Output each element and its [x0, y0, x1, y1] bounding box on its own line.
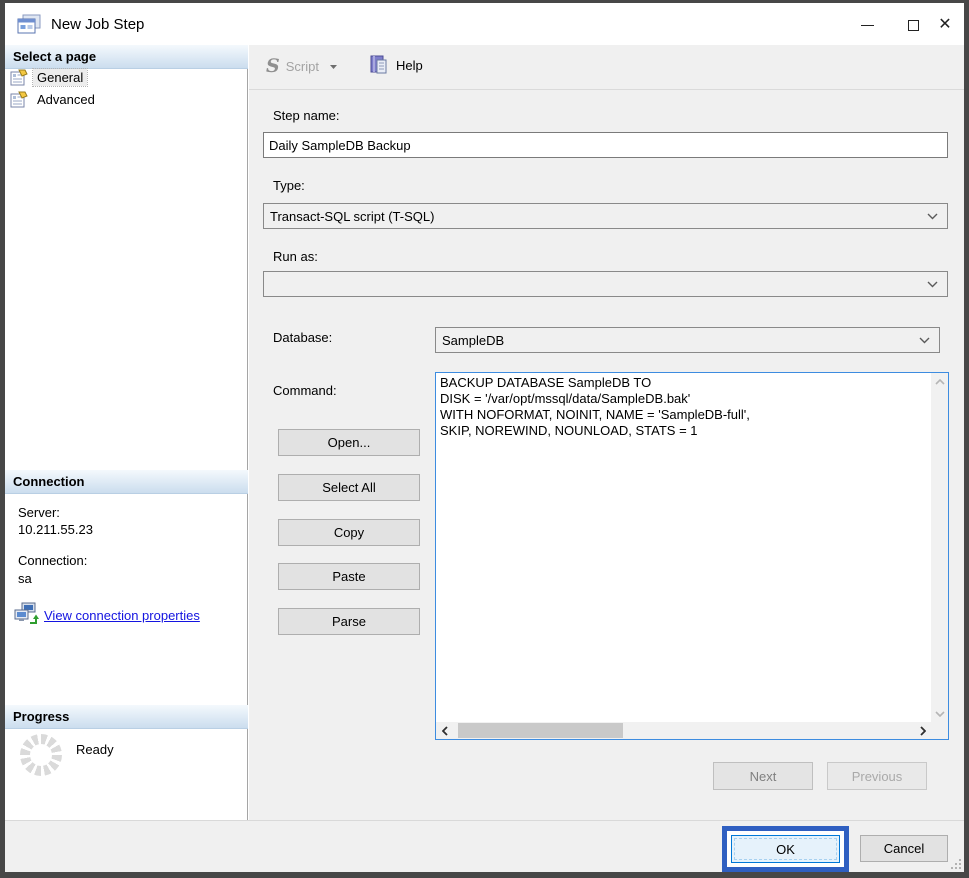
window-border-bottom: [0, 872, 969, 878]
command-text[interactable]: BACKUP DATABASE SampleDB TO DISK = '/var…: [436, 373, 931, 722]
script-label: Script: [286, 59, 319, 74]
chevron-down-icon: [927, 281, 938, 288]
type-dropdown-value: Transact-SQL script (T-SQL): [270, 209, 434, 224]
scroll-left-icon[interactable]: [436, 722, 453, 739]
horizontal-scrollbar-thumb[interactable]: [458, 723, 623, 738]
previous-button[interactable]: Previous: [827, 762, 927, 790]
maximize-button[interactable]: [896, 11, 930, 39]
ok-button-label: OK: [776, 842, 795, 857]
help-button[interactable]: Help: [368, 55, 423, 75]
scroll-up-icon[interactable]: [931, 373, 948, 390]
copy-button[interactable]: Copy: [278, 519, 420, 546]
select-a-page-header: Select a page: [5, 45, 248, 69]
minimize-icon: [861, 25, 874, 26]
type-dropdown[interactable]: Transact-SQL script (T-SQL): [263, 203, 948, 229]
database-dropdown[interactable]: SampleDB: [435, 327, 940, 353]
connection-header: Connection: [5, 470, 248, 494]
scroll-right-icon[interactable]: [914, 722, 931, 739]
window-border-top: [0, 0, 969, 3]
maximize-icon: [908, 20, 919, 31]
window-border-right: [964, 0, 969, 878]
connection-properties-icon: [13, 602, 39, 625]
server-value: 10.211.55.23: [18, 522, 93, 537]
type-label: Type:: [273, 178, 305, 193]
sidebar-item-advanced[interactable]: Advanced: [10, 91, 99, 108]
server-label: Server:: [18, 505, 60, 520]
progress-spinner-icon: [20, 734, 62, 776]
view-connection-properties-link[interactable]: View connection properties: [44, 608, 200, 623]
chevron-down-icon: [927, 213, 938, 220]
connection-label: Connection:: [18, 553, 87, 568]
step-name-label: Step name:: [273, 108, 340, 123]
script-dropdown-chevron-icon[interactable]: [329, 64, 338, 70]
resize-grip[interactable]: [949, 857, 962, 870]
dialog-window-icon: [17, 14, 43, 36]
title-bar: New Job Step ✕: [5, 3, 964, 45]
sidebar-item-general[interactable]: General: [10, 69, 87, 86]
cancel-button[interactable]: Cancel: [860, 835, 948, 862]
sidebar-item-label: General: [33, 69, 87, 86]
parse-button[interactable]: Parse: [278, 608, 420, 635]
new-job-step-dialog: New Job Step ✕ Select a page General: [0, 0, 969, 878]
page-properties-icon: [10, 91, 28, 108]
open-button[interactable]: Open...: [278, 429, 420, 456]
database-label: Database:: [273, 330, 332, 345]
paste-button[interactable]: Paste: [278, 563, 420, 590]
scroll-down-icon[interactable]: [931, 705, 948, 722]
minimize-button[interactable]: [850, 11, 884, 39]
command-editor[interactable]: BACKUP DATABASE SampleDB TO DISK = '/var…: [435, 372, 949, 740]
ok-button-annotation-highlight: OK: [722, 826, 849, 872]
script-scroll-icon: S: [266, 57, 280, 76]
help-label: Help: [396, 58, 423, 73]
sidebar-item-label: Advanced: [33, 91, 99, 108]
ok-button[interactable]: OK: [731, 835, 840, 863]
dialog-title: New Job Step: [51, 16, 144, 33]
run-as-label: Run as:: [273, 249, 318, 264]
toolbar-divider: [249, 89, 964, 90]
page-properties-icon: [10, 69, 28, 86]
progress-header: Progress: [5, 705, 248, 729]
script-button[interactable]: S Script: [266, 57, 338, 76]
help-book-icon: [368, 55, 390, 75]
chevron-down-icon: [919, 337, 930, 344]
connection-value: sa: [18, 571, 32, 586]
step-name-input[interactable]: [263, 132, 948, 158]
scrollbar-corner: [931, 722, 948, 739]
run-as-dropdown[interactable]: [263, 271, 948, 297]
database-dropdown-value: SampleDB: [442, 333, 504, 348]
select-all-button[interactable]: Select All: [278, 474, 420, 501]
horizontal-scrollbar[interactable]: [436, 722, 931, 739]
next-button[interactable]: Next: [713, 762, 813, 790]
command-label: Command:: [273, 383, 337, 398]
window-border-left: [0, 0, 5, 878]
close-icon: ✕: [938, 17, 951, 33]
close-button[interactable]: ✕: [928, 11, 962, 39]
vertical-scrollbar[interactable]: [931, 373, 948, 722]
progress-status: Ready: [76, 742, 114, 757]
